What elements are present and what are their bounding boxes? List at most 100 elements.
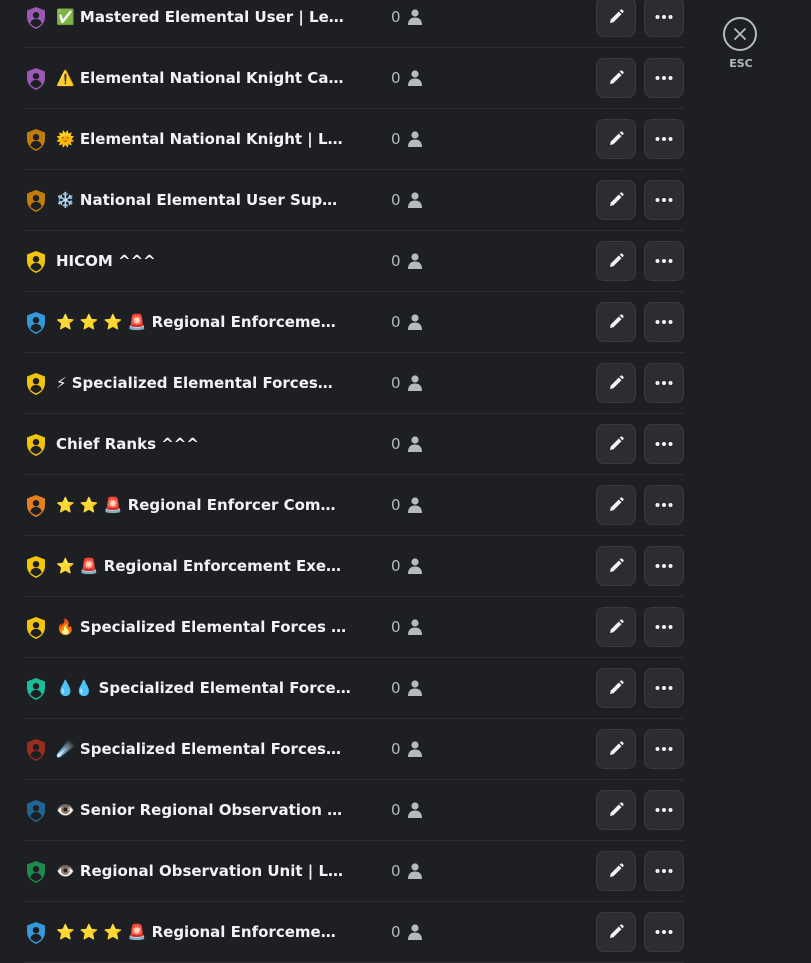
role-shield-icon	[27, 800, 45, 822]
role-row[interactable]: 💧💧 Specialized Elemental Force… 0	[24, 658, 684, 719]
more-options-button[interactable]	[644, 241, 684, 281]
pencil-icon	[610, 924, 624, 938]
more-options-button[interactable]	[644, 180, 684, 220]
role-name: ⭐ ⭐ 🚨 Regional Enforcer Com…	[56, 496, 336, 514]
role-row[interactable]: ⭐ ⭐ 🚨 Regional Enforcer Com… 0	[24, 475, 684, 536]
more-options-button[interactable]	[644, 363, 684, 403]
more-options-button[interactable]	[644, 607, 684, 647]
role-row[interactable]: 👁️ Senior Regional Observation … 0	[24, 780, 684, 841]
role-shield-icon	[27, 495, 45, 517]
role-name: ⭐ 🚨 Regional Enforcement Exe…	[56, 557, 342, 575]
more-options-button[interactable]	[644, 668, 684, 708]
more-options-button[interactable]	[644, 0, 684, 37]
edit-role-button[interactable]	[596, 363, 636, 403]
role-row[interactable]: ☄️ Specialized Elemental Forces… 0	[24, 719, 684, 780]
role-shield-icon	[27, 861, 45, 883]
role-shield-icon	[27, 678, 45, 700]
pencil-icon	[610, 192, 624, 206]
role-name: ⚠️ Elemental National Knight Ca…	[56, 69, 344, 87]
role-row[interactable]: ⚡ Specialized Elemental Forces… 0	[24, 353, 684, 414]
more-options-button[interactable]	[644, 729, 684, 769]
member-icon	[408, 802, 422, 818]
role-shield-icon	[27, 434, 45, 456]
more-icon	[655, 137, 673, 141]
edit-role-button[interactable]	[596, 912, 636, 952]
more-options-button[interactable]	[644, 851, 684, 891]
role-shield-icon	[27, 129, 45, 151]
more-icon	[655, 76, 673, 80]
edit-role-button[interactable]	[596, 668, 636, 708]
pencil-icon	[610, 131, 624, 145]
edit-role-button[interactable]	[596, 485, 636, 525]
role-shield-icon	[27, 251, 45, 273]
member-count: 0	[391, 801, 401, 819]
role-row[interactable]: ❄️ National Elemental User Sup… 0	[24, 170, 684, 231]
more-options-button[interactable]	[644, 912, 684, 952]
edit-role-button[interactable]	[596, 851, 636, 891]
more-icon	[655, 320, 673, 324]
edit-role-button[interactable]	[596, 729, 636, 769]
member-icon	[408, 436, 422, 452]
edit-role-button[interactable]	[596, 241, 636, 281]
edit-role-button[interactable]	[596, 58, 636, 98]
member-count: 0	[391, 862, 401, 880]
role-name: 🔥 Specialized Elemental Forces …	[56, 618, 347, 636]
role-name: ✅ Mastered Elemental User | Le…	[56, 8, 344, 26]
member-icon	[408, 253, 422, 269]
edit-role-button[interactable]	[596, 607, 636, 647]
role-name: 👁️ Regional Observation Unit | L…	[56, 862, 344, 880]
role-row[interactable]: ✅ Mastered Elemental User | Le… 0	[24, 0, 684, 48]
close-button[interactable]	[723, 17, 757, 51]
edit-role-button[interactable]	[596, 0, 636, 37]
more-icon	[655, 747, 673, 751]
role-row[interactable]: ⚠️ Elemental National Knight Ca… 0	[24, 48, 684, 109]
member-icon	[408, 924, 422, 940]
member-count: 0	[391, 69, 401, 87]
member-count: 0	[391, 313, 401, 331]
role-row[interactable]: 🔥 Specialized Elemental Forces … 0	[24, 597, 684, 658]
role-name: HICOM ^^^	[56, 252, 156, 270]
edit-role-button[interactable]	[596, 790, 636, 830]
more-options-button[interactable]	[644, 302, 684, 342]
pencil-icon	[610, 9, 624, 23]
edit-role-button[interactable]	[596, 302, 636, 342]
edit-role-button[interactable]	[596, 424, 636, 464]
member-count: 0	[391, 130, 401, 148]
pencil-icon	[610, 558, 624, 572]
role-row[interactable]: ⭐ 🚨 Regional Enforcement Exe… 0	[24, 536, 684, 597]
esc-label: ESC	[729, 57, 753, 70]
pencil-icon	[610, 253, 624, 267]
pencil-icon	[610, 436, 624, 450]
more-options-button[interactable]	[644, 546, 684, 586]
more-icon	[655, 564, 673, 568]
role-shield-icon	[27, 7, 45, 29]
role-name: ⭐ ⭐ ⭐ 🚨 Regional Enforceme…	[56, 313, 336, 331]
member-icon	[408, 9, 422, 25]
role-shield-icon	[27, 68, 45, 90]
role-name: 💧💧 Specialized Elemental Force…	[56, 679, 351, 697]
role-name: ❄️ National Elemental User Sup…	[56, 191, 338, 209]
role-shield-icon	[27, 312, 45, 334]
edit-role-button[interactable]	[596, 180, 636, 220]
role-row[interactable]: HICOM ^^^ 0	[24, 231, 684, 292]
edit-role-button[interactable]	[596, 119, 636, 159]
member-icon	[408, 192, 422, 208]
role-row[interactable]: Chief Ranks ^^^ 0	[24, 414, 684, 475]
pencil-icon	[610, 680, 624, 694]
close-icon	[734, 28, 746, 40]
role-row[interactable]: ⭐ ⭐ ⭐ 🚨 Regional Enforceme… 0	[24, 292, 684, 353]
member-count: 0	[391, 923, 401, 941]
member-icon	[408, 375, 422, 391]
role-shield-icon	[27, 617, 45, 639]
pencil-icon	[610, 802, 624, 816]
role-name: ⚡ Specialized Elemental Forces…	[56, 374, 333, 392]
role-row[interactable]: 👁️ Regional Observation Unit | L… 0	[24, 841, 684, 902]
more-options-button[interactable]	[644, 485, 684, 525]
role-row[interactable]: 🌞 Elemental National Knight | L… 0	[24, 109, 684, 170]
more-options-button[interactable]	[644, 119, 684, 159]
more-options-button[interactable]	[644, 790, 684, 830]
edit-role-button[interactable]	[596, 546, 636, 586]
more-options-button[interactable]	[644, 424, 684, 464]
more-options-button[interactable]	[644, 58, 684, 98]
role-shield-icon	[27, 190, 45, 212]
